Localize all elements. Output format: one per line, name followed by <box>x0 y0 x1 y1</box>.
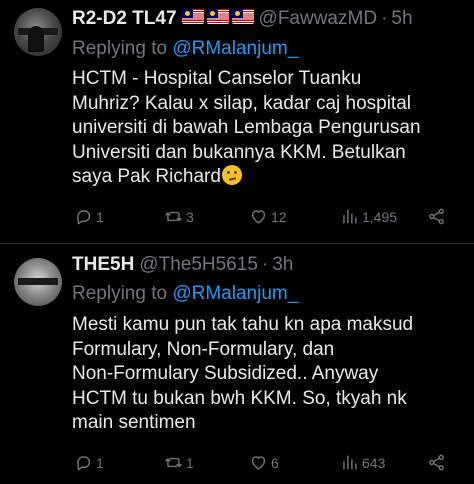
reply-button[interactable]: 1 <box>74 207 104 226</box>
tweet-header: R2-D2 TL47 @FawwazMD · 5h <box>72 8 413 30</box>
heart-icon <box>251 456 266 470</box>
heart-icon <box>251 210 266 224</box>
tweet-text-line: Formulary, Non-Formulary, dan <box>72 338 335 360</box>
tweet-text-line: Mesti kamu pun tak tahu kn apa maksud <box>72 314 414 335</box>
repost-count: 1 <box>186 454 194 471</box>
reply-count: 1 <box>96 208 104 225</box>
views-button[interactable]: 1,495 <box>340 207 397 226</box>
like-count: 12 <box>271 208 287 225</box>
repost-count: 3 <box>186 208 194 225</box>
views-count: 643 <box>362 454 386 471</box>
tweet-actions: 1 3 12 1,495 <box>72 207 474 231</box>
tweet-text-line-last: saya Pak Richard <box>72 165 462 190</box>
reply-icon <box>77 210 91 225</box>
author-handle[interactable]: @The5H5615 <box>139 254 258 276</box>
repost-button[interactable]: 1 <box>164 453 194 472</box>
malaysia-flag-icon <box>181 9 204 24</box>
like-count: 6 <box>271 454 279 471</box>
reply-icon <box>77 456 91 471</box>
tweet-text-fragment: saya Pak Richard <box>72 166 221 187</box>
tweet-text: Mesti kamu pun tak tahu kn apa maksud Fo… <box>72 313 462 436</box>
replying-to-mention[interactable]: @RMalanjum_ <box>172 38 298 59</box>
tweet-text-line: Muhriz? Kalau x silap, kadar caj hospita… <box>72 92 412 114</box>
reply-count: 1 <box>96 454 104 471</box>
views-icon <box>343 455 357 470</box>
author-flags <box>181 9 254 24</box>
repost-button[interactable]: 3 <box>164 207 194 226</box>
views-count: 1,495 <box>362 208 398 225</box>
author-name[interactable]: THE5H <box>72 254 134 276</box>
like-button[interactable]: 6 <box>249 453 279 472</box>
tweet-text-line: HCTM - Hospital Canselor Tuanku <box>72 68 362 89</box>
repost-icon <box>165 457 182 468</box>
replying-to: Replying to @RMalanjum_ <box>72 283 298 305</box>
timestamp[interactable]: 5h <box>391 8 412 30</box>
views-button[interactable]: 643 <box>340 453 385 472</box>
tweet-header: THE5H @The5H5615 · 3h <box>72 254 293 276</box>
tweet-text-line: Universiti dan bukannya KKM. Betulkan <box>72 141 406 163</box>
separator: · <box>261 254 269 275</box>
avatar[interactable] <box>14 258 62 306</box>
repost-icon <box>165 211 182 222</box>
replying-prefix: Replying to <box>72 283 168 304</box>
separator: · <box>381 8 388 29</box>
share-icon <box>429 208 444 225</box>
tweet-text-line: universiti di bawah Lembaga Pengurusan <box>72 117 421 138</box>
tweet-text: HCTM - Hospital Canselor Tuanku Muhriz? … <box>72 67 462 190</box>
author-handle[interactable]: @FawwazMD <box>259 8 378 30</box>
author-name[interactable]: R2-D2 TL47 <box>72 8 177 30</box>
share-button[interactable] <box>427 207 446 226</box>
reply-button[interactable]: 1 <box>74 453 104 472</box>
timestamp[interactable]: 3h <box>272 254 293 276</box>
replying-to: Replying to @RMalanjum_ <box>72 38 298 60</box>
tweet-text-line: main sentimen <box>72 412 196 433</box>
views-icon <box>343 209 357 224</box>
tweet[interactable]: R2-D2 TL47 @FawwazMD · 5h Replying to @R… <box>0 0 474 243</box>
thinking-face-emoji-icon <box>221 165 242 185</box>
avatar[interactable] <box>14 8 62 56</box>
replying-to-mention[interactable]: @RMalanjum_ <box>172 283 298 304</box>
share-button[interactable] <box>427 453 446 472</box>
tweet-text-line: Non-Formulary Subsidized.. Anyway <box>72 363 379 384</box>
like-button[interactable]: 12 <box>249 207 287 226</box>
tweet-actions: 1 1 6 643 <box>72 453 474 477</box>
share-icon <box>429 454 444 471</box>
malaysia-flag-icon <box>206 9 229 24</box>
tweet-text-line: HCTM tu bukan bwh KKM. So, tkyah nk <box>72 387 407 409</box>
malaysia-flag-icon <box>231 9 254 24</box>
replying-prefix: Replying to <box>72 38 168 59</box>
